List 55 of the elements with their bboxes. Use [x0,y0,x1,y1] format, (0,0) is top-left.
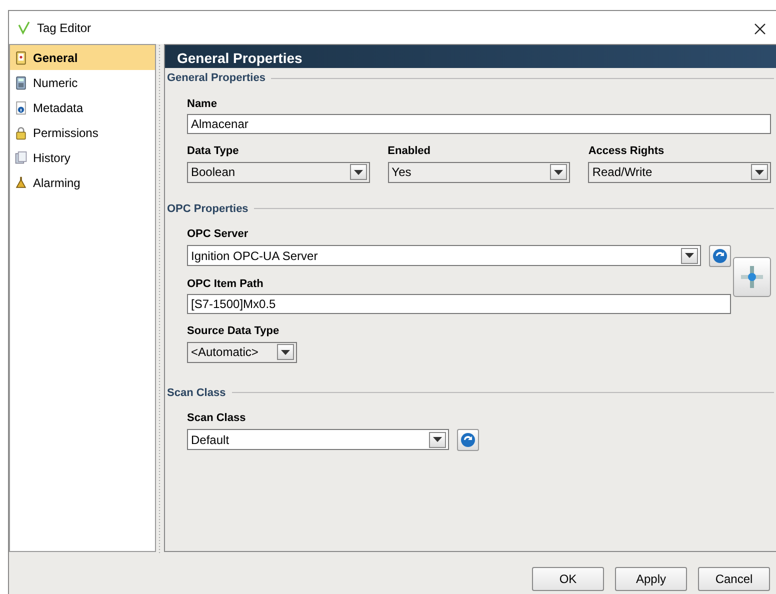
dropdown-arrow-button[interactable] [429,432,446,448]
sidebar-item[interactable]: Alarming [10,170,155,195]
sidebar-item[interactable]: Metadata [10,95,155,120]
caret-icon [281,350,290,354]
dialog-button[interactable]: OK [532,567,604,591]
refresh-icon [712,248,728,264]
sidebar-item[interactable]: History [10,145,155,170]
app-logo-icon [17,20,31,34]
caret-icon [685,253,694,258]
field-label: Scan Class [187,411,247,426]
field-label: Name [187,96,218,112]
field-label: OPC Server [187,227,250,242]
lock-icon [14,124,28,140]
section-title: General Properties [167,71,266,86]
caret-icon [433,437,442,442]
dropdown-field[interactable]: Read/Write [588,162,772,182]
field-label: Access Rights [588,144,666,159]
caret-icon [755,170,764,174]
sidebar-item[interactable]: Permissions [10,120,155,145]
caret-icon [554,170,564,174]
refresh-button[interactable] [457,428,479,450]
dropdown-arrow-button[interactable] [681,248,698,264]
panel-header: General Properties [165,45,776,68]
dropdown-field[interactable]: Ignition OPC-UA Server [187,245,701,266]
calculator-icon [14,74,28,90]
dropdown-field[interactable]: Default [187,429,449,450]
refresh-button[interactable] [709,244,731,266]
dropdown-arrow-button[interactable] [751,164,768,180]
document-icon [14,50,28,66]
dropdown-field[interactable]: Boolean [187,162,370,182]
text-field[interactable]: [S7-1500]Mx0.5 [187,294,731,314]
field-label: Enabled [388,144,432,159]
dropdown-field[interactable]: Yes [388,162,570,182]
sidebar-item[interactable]: Numeric [10,70,155,95]
browse-button[interactable] [733,257,771,297]
text-field[interactable]: Almacenar [187,114,771,134]
section-title: Scan Class [167,386,226,400]
field-label: Source Data Type [187,324,280,339]
dialog-button[interactable]: Apply [615,567,687,591]
dropdown-arrow-button[interactable] [550,164,568,180]
field-label: OPC Item Path [187,276,264,292]
dropdown-arrow-button[interactable] [350,164,367,180]
window-title: Tag Editor [37,20,92,36]
crosshair-icon [740,265,764,289]
dialog-button[interactable]: Cancel [698,567,770,591]
dropdown-field[interactable]: <Automatic> [187,342,297,362]
bell-icon [14,174,28,190]
dropdown-arrow-button[interactable] [277,344,294,360]
sidebar-item[interactable]: General [10,45,155,70]
caret-icon [354,170,363,174]
refresh-icon [460,432,476,448]
section-title: OPC Properties [167,202,248,216]
field-label: Data Type [187,144,240,159]
pages-icon [14,150,28,166]
info-icon [14,100,28,116]
